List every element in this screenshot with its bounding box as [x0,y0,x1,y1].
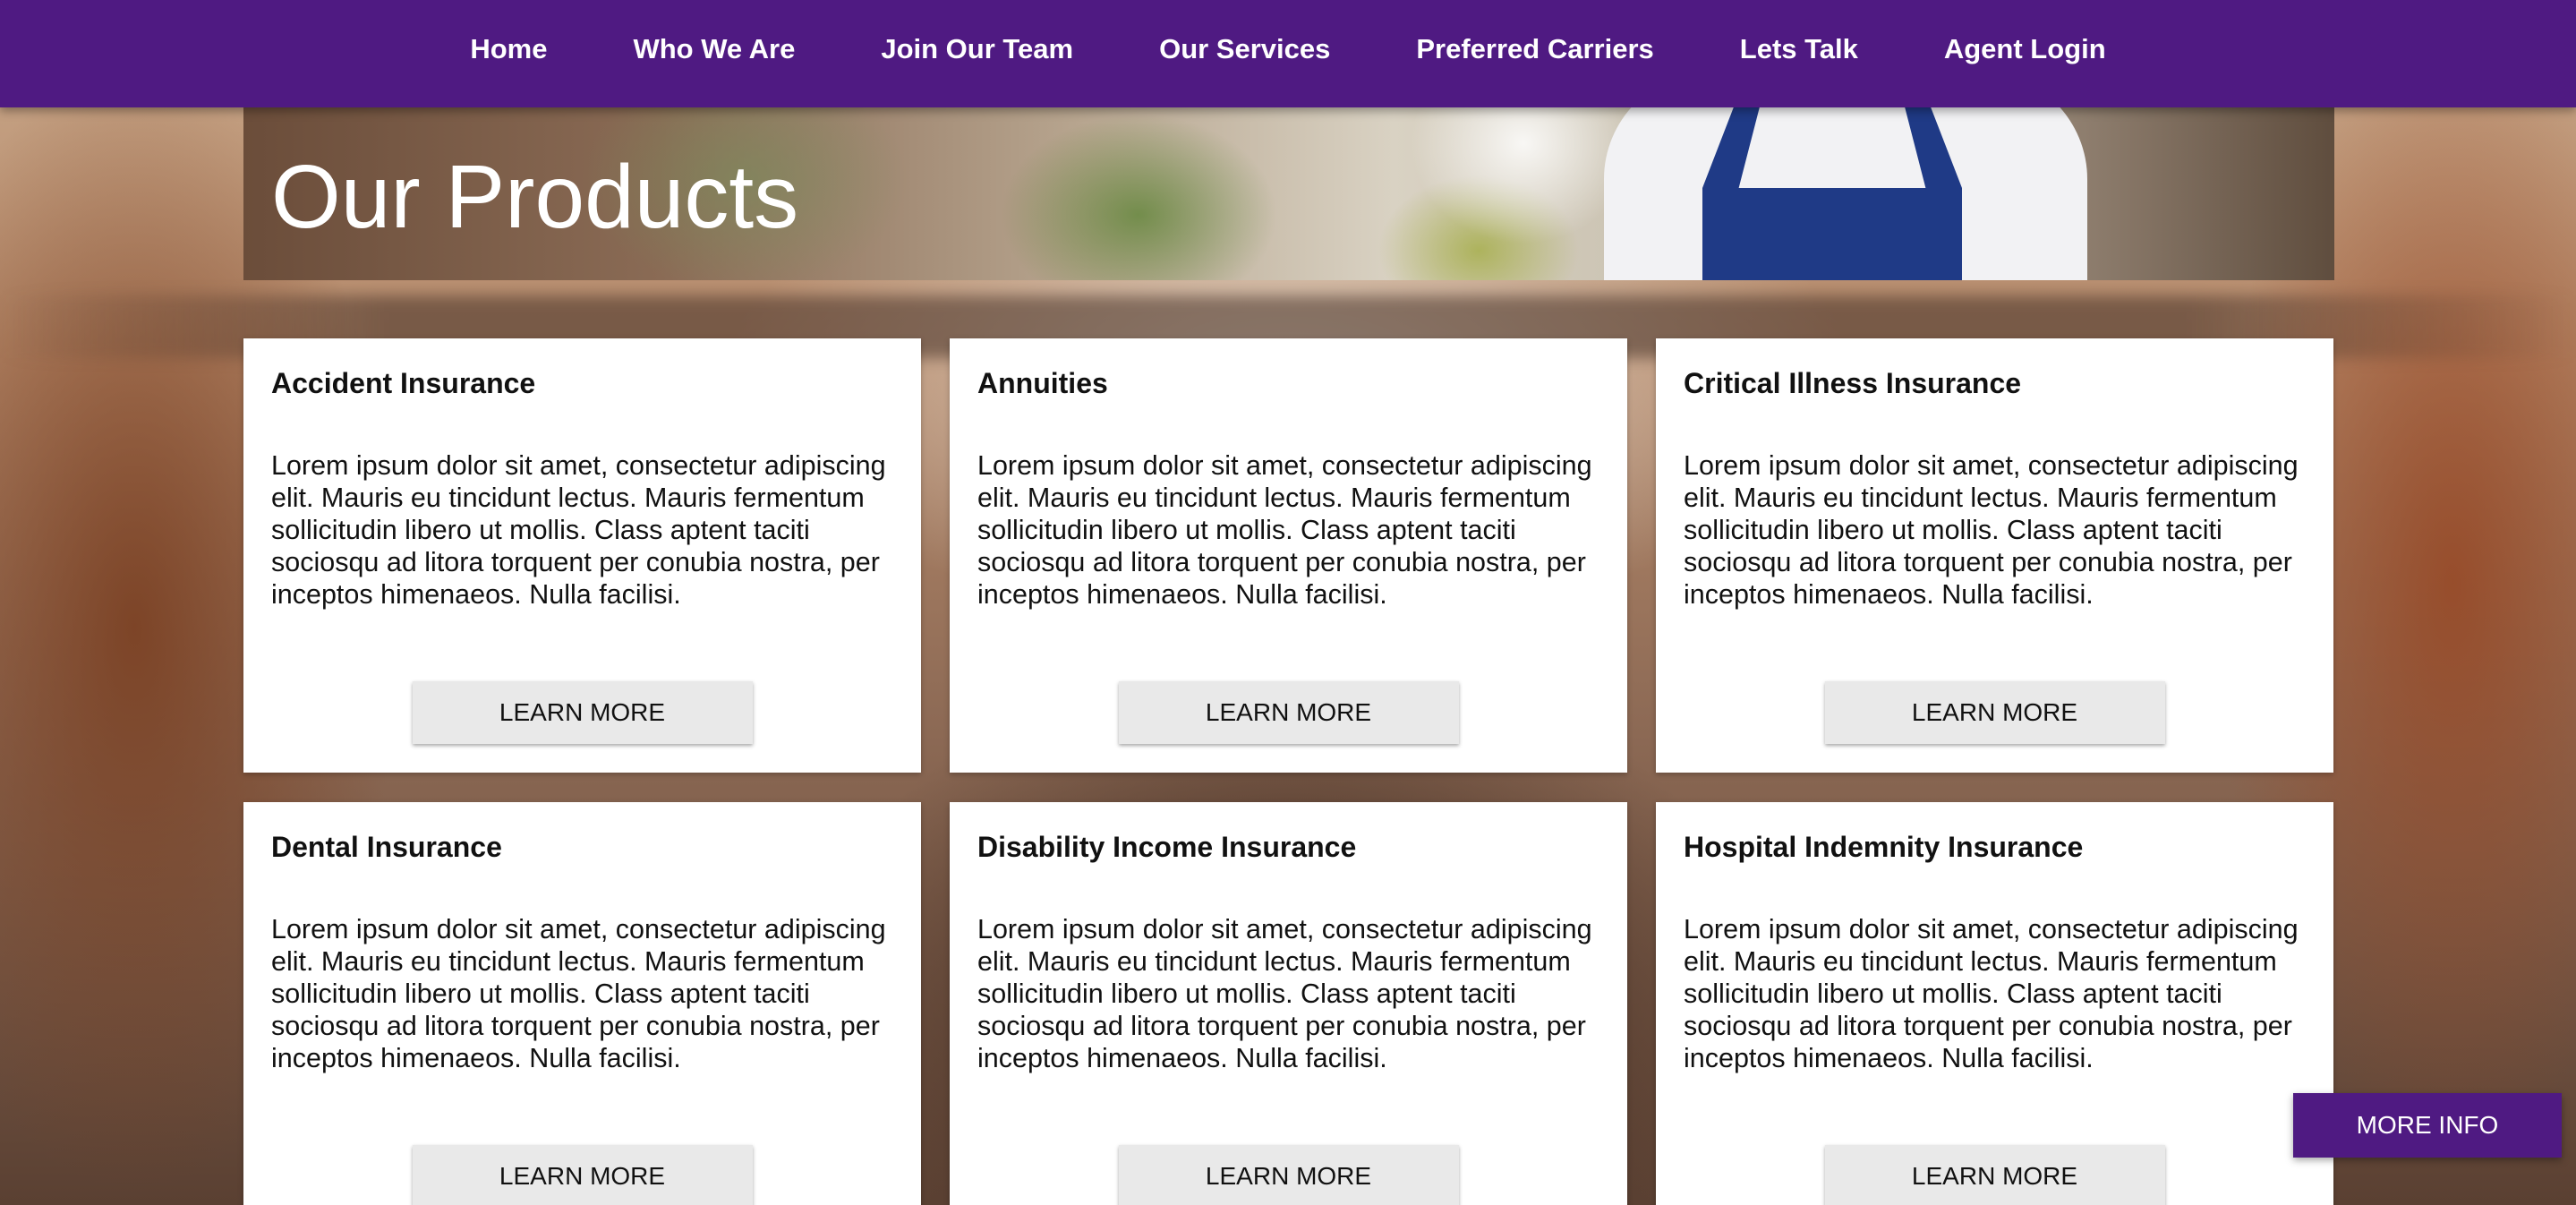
card-description: Lorem ipsum dolor sit amet, consectetur … [271,914,886,1073]
learn-more-button[interactable]: LEARN MORE [1824,681,2165,744]
learn-more-button[interactable]: LEARN MORE [1118,681,1459,744]
learn-more-button[interactable]: LEARN MORE [412,1145,753,1205]
page: Home Who We Are Join Our Team Our Servic… [0,0,2576,1205]
nav-item-our-services[interactable]: Our Services [1116,33,1373,65]
nav-menu: Home Who We Are Join Our Team Our Servic… [0,0,2576,98]
hero-banner: Our Products [243,107,2334,280]
card-description: Lorem ipsum dolor sit amet, consectetur … [1684,450,2299,610]
nav-item-agent-login[interactable]: Agent Login [1901,33,2149,65]
learn-more-button[interactable]: LEARN MORE [412,681,753,744]
product-cards: Accident Insurance Lorem ipsum dolor sit… [243,338,2334,1205]
card-title: Accident Insurance [271,367,536,399]
nav-item-lets-talk[interactable]: Lets Talk [1697,33,1901,65]
product-card-annuities: Annuities Lorem ipsum dolor sit amet, co… [950,338,1627,773]
card-title: Disability Income Insurance [977,831,1357,863]
product-card-disability-income-insurance: Disability Income Insurance Lorem ipsum … [950,802,1627,1205]
nav-item-who-we-are[interactable]: Who We Are [590,33,838,65]
learn-more-button[interactable]: LEARN MORE [1824,1145,2165,1205]
more-info-button[interactable]: MORE INFO [2293,1093,2562,1158]
nav-item-preferred-carriers[interactable]: Preferred Carriers [1373,33,1696,65]
nav-item-join-our-team[interactable]: Join Our Team [838,33,1116,65]
product-card-accident-insurance: Accident Insurance Lorem ipsum dolor sit… [243,338,921,773]
card-description: Lorem ipsum dolor sit amet, consectetur … [271,450,886,610]
card-title: Hospital Indemnity Insurance [1684,831,2084,863]
product-card-critical-illness-insurance: Critical Illness Insurance Lorem ipsum d… [1656,338,2333,773]
product-card-hospital-indemnity-insurance: Hospital Indemnity Insurance Lorem ipsum… [1656,802,2333,1205]
learn-more-button[interactable]: LEARN MORE [1118,1145,1459,1205]
card-title: Annuities [977,367,1108,399]
product-card-dental-insurance: Dental Insurance Lorem ipsum dolor sit a… [243,802,921,1205]
card-description: Lorem ipsum dolor sit amet, consectetur … [977,914,1592,1073]
nav-item-home[interactable]: Home [427,33,590,65]
card-title: Dental Insurance [271,831,502,863]
card-description: Lorem ipsum dolor sit amet, consectetur … [977,450,1592,610]
card-title: Critical Illness Insurance [1684,367,2022,399]
top-navbar: Home Who We Are Join Our Team Our Servic… [0,0,2576,107]
card-description: Lorem ipsum dolor sit amet, consectetur … [1684,914,2299,1073]
page-title: Our Products [271,147,799,247]
